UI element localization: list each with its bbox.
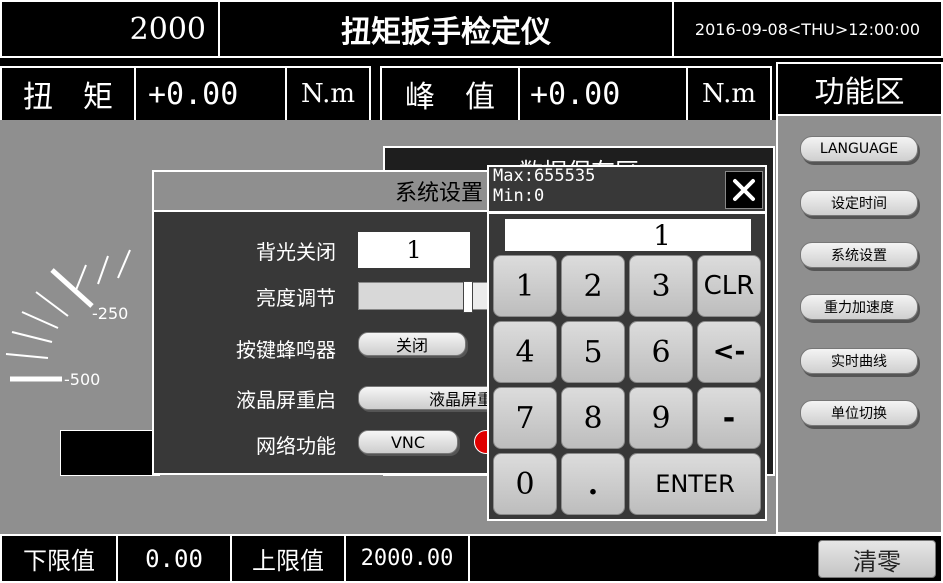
gauge-tick-label: -250 (92, 304, 128, 323)
key-2[interactable]: 2 (561, 255, 625, 317)
unit-switch-button[interactable]: 单位切换 (800, 400, 918, 426)
clear-zero-button[interactable]: 清零 (818, 540, 936, 578)
buzzer-off-button[interactable]: 关闭 (358, 332, 466, 356)
keypad-min-label: Min:0 (493, 186, 545, 206)
close-button[interactable] (725, 171, 763, 209)
gauge-tick (117, 249, 131, 279)
lcd-restart-button[interactable]: 液晶屏重 (358, 386, 498, 410)
lower-limit-value-box[interactable]: 0.00 (116, 534, 232, 583)
lower-limit-label: 下限值 (23, 547, 95, 575)
function-panel: 功能区 LANGUAGE 设定时间 系统设置 重力加速度 实时曲线 单位切换 (776, 62, 943, 534)
backlight-value: 1 (406, 236, 422, 264)
key-decimal[interactable]: . (561, 453, 625, 515)
brightness-slider[interactable] (358, 281, 488, 313)
torque-label: 扭 矩 (23, 80, 113, 115)
gauge-major-tick (50, 268, 94, 308)
gravity-button[interactable]: 重力加速度 (800, 294, 918, 320)
brightness-label: 亮度调节 (256, 286, 336, 310)
brightness-fill (359, 283, 468, 309)
lower-limit-value: 0.00 (145, 544, 203, 573)
set-time-button[interactable]: 设定时间 (800, 190, 918, 216)
gauge-tick (97, 255, 109, 285)
backlight-input[interactable]: 1 (358, 232, 470, 268)
torque-unit: N.m (300, 79, 355, 109)
peak-value: +0.00 (530, 76, 621, 112)
gauge-value-strip (60, 430, 160, 476)
keypad-display-value: 1 (653, 218, 671, 252)
peak-unit: N.m (701, 79, 756, 109)
peak-value-box: +0.00 (518, 66, 688, 122)
key-enter[interactable]: ENTER (629, 453, 761, 515)
system-settings-title-text: 系统设置 (394, 181, 483, 206)
upper-limit-label: 上限值 (252, 547, 324, 575)
lcd-restart-label: 液晶屏重启 (236, 388, 336, 412)
gauge-tick (75, 264, 87, 291)
clear-zero-label: 清零 (853, 547, 901, 576)
key-4[interactable]: 4 (493, 321, 557, 383)
vnc-button[interactable]: VNC (358, 430, 458, 454)
close-icon (733, 179, 755, 201)
peak-label-box: 峰 值 (380, 66, 520, 122)
datetime: 2016-09-08<THU>12:00:00 (694, 19, 921, 39)
network-label: 网络功能 (256, 434, 336, 458)
app-title: 扭矩扳手检定仪 (341, 15, 551, 50)
system-settings-title: 系统设置 (154, 172, 495, 212)
realtime-curve-button[interactable]: 实时曲线 (800, 348, 918, 374)
key-5[interactable]: 5 (561, 321, 625, 383)
torque-label-box: 扭 矩 (0, 66, 136, 122)
upper-limit-value: 2000.00 (360, 546, 454, 571)
keypad-divider (489, 211, 765, 214)
datetime-box: 2016-09-08<THU>12:00:00 (672, 0, 943, 58)
key-1[interactable]: 1 (493, 255, 557, 317)
key-9[interactable]: 9 (629, 387, 693, 449)
key-0[interactable]: 0 (493, 453, 557, 515)
language-button[interactable]: LANGUAGE (800, 136, 918, 162)
app-title-box: 扭矩扳手检定仪 (218, 0, 674, 58)
function-panel-title: 功能区 (778, 64, 941, 116)
gauge-tick (21, 311, 59, 329)
gauge-tick (11, 331, 53, 343)
backlight-label: 背光关闭 (256, 240, 336, 264)
gauge-tick-label: -500 (64, 370, 100, 389)
peak-unit-box: N.m (686, 66, 772, 122)
key-8[interactable]: 8 (561, 387, 625, 449)
gauge-tick (35, 291, 69, 317)
key-6[interactable]: 6 (629, 321, 693, 383)
keypad-display: 1 (505, 218, 751, 252)
system-settings-dialog: 系统设置 背光关闭 1 亮度调节 按键蜂鸣器 关闭 液晶屏重启 液晶屏重 网络功… (152, 170, 498, 475)
upper-limit-value-box[interactable]: 2000.00 (344, 534, 470, 583)
top-value-box: 2000 (0, 0, 220, 58)
buzzer-label: 按键蜂鸣器 (236, 338, 336, 362)
key-minus[interactable]: - (697, 387, 761, 449)
torque-value: +0.00 (148, 76, 239, 112)
brightness-slider-thumb[interactable] (463, 281, 473, 313)
torque-value-box: +0.00 (134, 66, 287, 122)
key-3[interactable]: 3 (629, 255, 693, 317)
keypad-max-label: Max:655535 (493, 166, 596, 186)
numeric-keypad: Max:655535 Min:0 1 1 2 3 CLR 4 5 6 <- 7 … (487, 165, 767, 521)
torque-unit-box: N.m (285, 66, 371, 122)
upper-limit-label-box: 上限值 (230, 534, 346, 583)
key-7[interactable]: 7 (493, 387, 557, 449)
lower-limit-label-box: 下限值 (0, 534, 118, 583)
peak-label: 峰 值 (405, 80, 495, 115)
system-settings-button[interactable]: 系统设置 (800, 242, 918, 268)
top-left-value: 2000 (129, 11, 206, 47)
key-clear[interactable]: CLR (697, 255, 761, 317)
key-backspace[interactable]: <- (697, 321, 761, 383)
gauge-tick (5, 353, 49, 359)
